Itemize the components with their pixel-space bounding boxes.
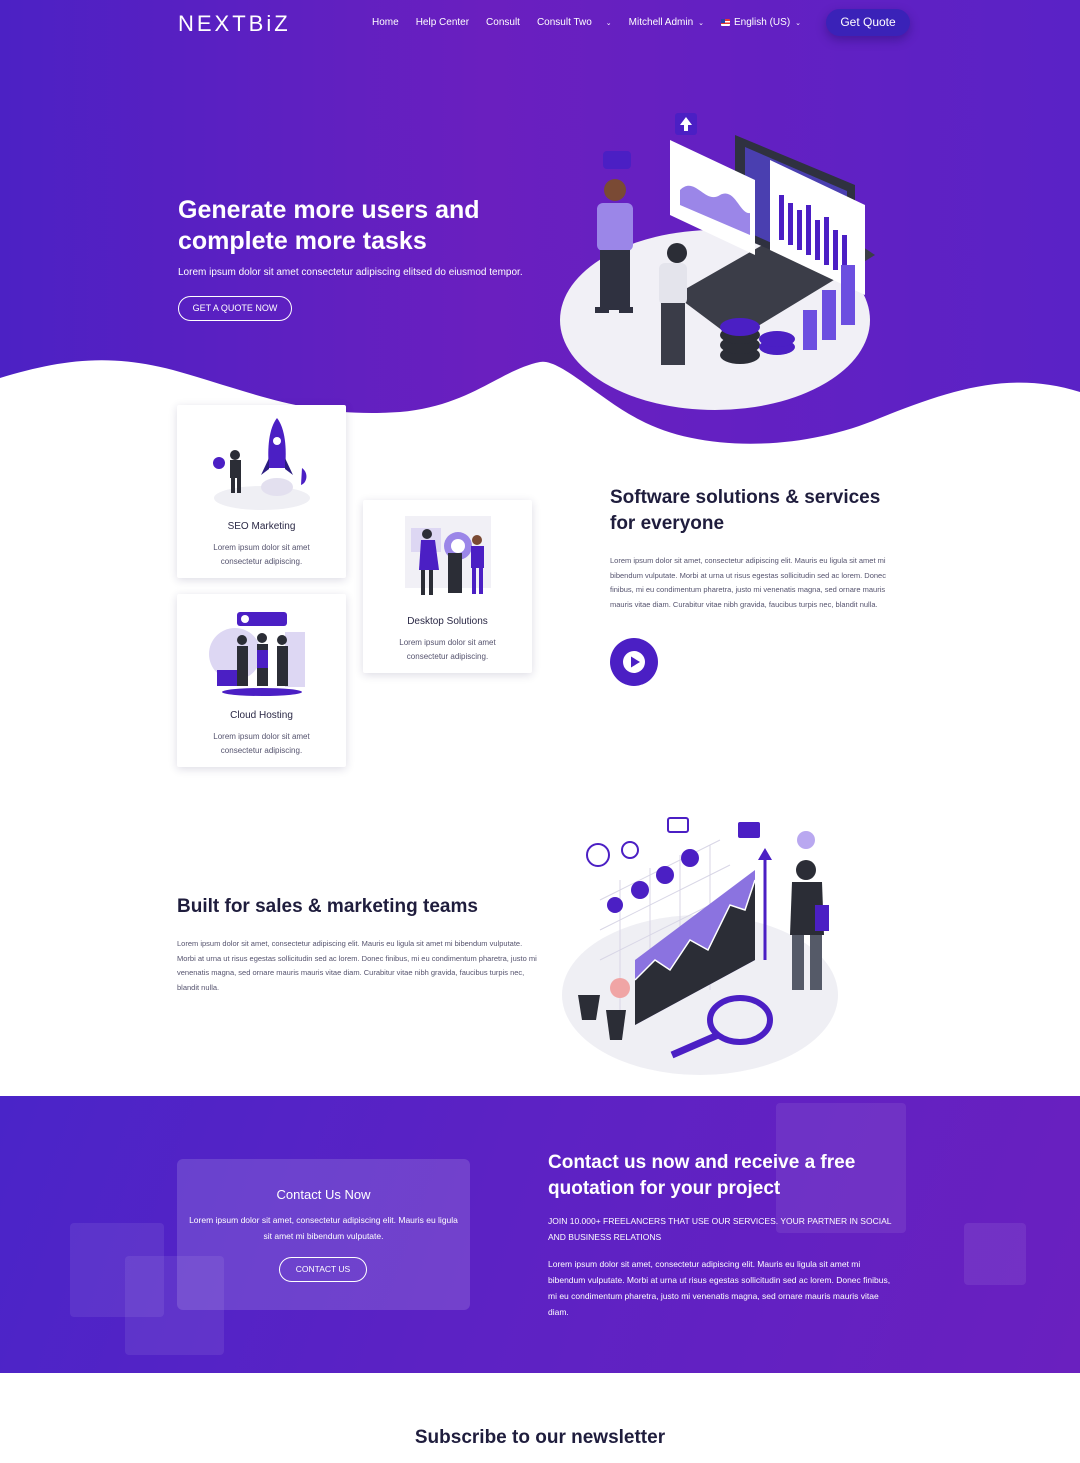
card-description: Lorem ipsum dolor sit amet consectetur a… [399, 638, 496, 661]
service-card-cloud-hosting[interactable]: Cloud Hosting Lorem ipsum dolor sit amet… [177, 594, 346, 767]
menu-item-help-center[interactable]: Help Center [416, 17, 469, 28]
hero-wave-shape [0, 360, 1080, 460]
us-flag-icon [721, 19, 731, 26]
top-navbar: NEXTBiZ Home Help Center Consult Consult… [0, 0, 1080, 46]
software-solutions-text: Lorem ipsum dolor sit amet, consectetur … [610, 556, 886, 609]
rocket-launch-illustration [213, 418, 310, 510]
contact-us-box: Contact Us Now Lorem ipsum dolor sit ame… [177, 1159, 470, 1310]
contact-text: Lorem ipsum dolor sit amet, consectetur … [548, 1259, 891, 1317]
get-a-quote-now-button[interactable]: GET A QUOTE NOW [178, 296, 292, 321]
contact-title: Contact us now and receive a free quotat… [548, 1152, 856, 1199]
software-solutions-title: Software solutions & services for everyo… [610, 487, 881, 534]
hero-title: Generate more users and complete more ta… [178, 196, 480, 255]
menu-item-home[interactable]: Home [372, 17, 399, 28]
hero-laptop-illustration [560, 113, 875, 410]
play-video-button[interactable] [610, 638, 658, 686]
play-icon [623, 651, 645, 673]
language-selector[interactable]: English (US) ⌄ [721, 17, 801, 28]
language-label: English (US) [734, 17, 791, 28]
contact-section: Contact Us Now Lorem ipsum dolor sit ame… [0, 1096, 1080, 1373]
card-title: Cloud Hosting [230, 710, 293, 721]
sales-marketing-title: Built for sales & marketing teams [177, 896, 478, 917]
service-card-desktop-solutions[interactable]: Desktop Solutions Lorem ipsum dolor sit … [363, 500, 532, 673]
main-menu: Home Help Center Consult Consult Two ⌄ M… [372, 17, 818, 28]
user-menu[interactable]: Mitchell Admin ⌄ [629, 17, 704, 28]
menu-item-consult[interactable]: Consult [486, 17, 520, 28]
chevron-down-icon: ⌄ [795, 19, 802, 27]
contact-us-button[interactable]: CONTACT US [279, 1257, 367, 1282]
decor-square [964, 1223, 1026, 1285]
sales-marketing-text: Lorem ipsum dolor sit amet, consectetur … [177, 939, 537, 992]
contact-box-text: Lorem ipsum dolor sit amet, consectetur … [189, 1215, 458, 1241]
contact-box-title: Contact Us Now [276, 1187, 371, 1202]
newsletter-title: Subscribe to our newsletter [414, 1427, 666, 1448]
hero-subtitle: Lorem ipsum dolor sit amet consectetur a… [178, 267, 523, 278]
card-title: Desktop Solutions [407, 616, 488, 627]
desktop-presentation-illustration [405, 516, 491, 595]
team-meeting-illustration [209, 612, 305, 696]
get-quote-button[interactable]: Get Quote [826, 9, 910, 36]
card-description: Lorem ipsum dolor sit amet consectetur a… [213, 732, 310, 755]
chevron-down-icon: ⌄ [698, 19, 705, 27]
chevron-down-icon: ⌄ [605, 19, 612, 27]
brand-logo[interactable]: NEXTBiZ [178, 11, 291, 37]
contact-tagline: JOIN 10.000+ FREELANCERS THAT USE OUR SE… [548, 1216, 892, 1242]
card-description: Lorem ipsum dolor sit amet consectetur a… [213, 543, 310, 566]
user-menu-label: Mitchell Admin [628, 17, 694, 28]
menu-item-consult-two-label: Consult Two [536, 17, 592, 28]
menu-item-consult-two[interactable]: Consult Two ⌄ [537, 17, 612, 28]
hero-section: NEXTBiZ Home Help Center Consult Consult… [0, 0, 1080, 460]
service-card-seo-marketing[interactable]: SEO Marketing Lorem ipsum dolor sit amet… [177, 405, 346, 578]
analytics-growth-illustration [562, 817, 838, 1075]
card-title: SEO Marketing [227, 521, 296, 532]
